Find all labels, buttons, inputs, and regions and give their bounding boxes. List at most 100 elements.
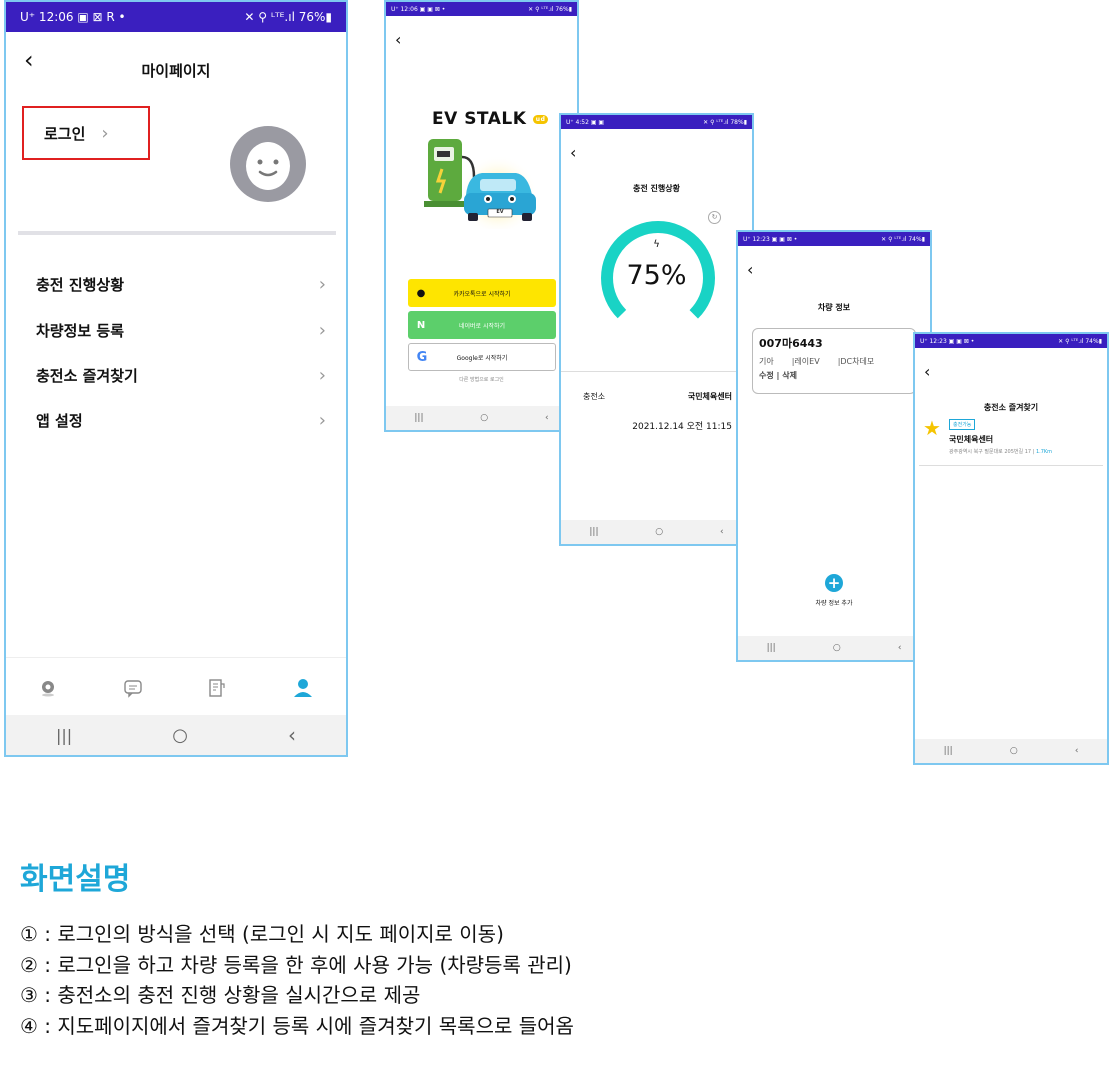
kakao-login-button[interactable]: ● 카카오톡으로 시작하기: [408, 279, 556, 307]
status-left: U⁺ 12:23 ▣ ▣ ⊠ •: [743, 235, 798, 243]
add-vehicle-label: 차량 정보 추가: [815, 600, 853, 607]
google-icon: G: [416, 349, 428, 365]
star-icon[interactable]: ★: [923, 416, 941, 440]
menu-label: 충전소 즐겨찾기: [36, 367, 138, 385]
home-icon[interactable]: ○: [172, 725, 188, 746]
back-icon[interactable]: ‹: [1075, 746, 1079, 756]
system-nav-bar: ||| ○ ‹: [915, 739, 1107, 763]
back-arrow-icon[interactable]: ‹: [570, 143, 576, 162]
avatar-face-icon: [246, 142, 290, 190]
chevron-right-icon: ›: [101, 122, 109, 144]
station-label: 충전소: [583, 392, 606, 401]
google-login-button[interactable]: G Google로 시작하기: [408, 343, 556, 371]
edit-delete-links[interactable]: 수정 | 삭제: [759, 370, 909, 381]
back-icon[interactable]: ‹: [898, 643, 902, 653]
available-badge: 충전가능: [949, 419, 976, 430]
map-pin-icon[interactable]: [38, 678, 58, 698]
station-name[interactable]: 국민체육센터: [949, 434, 993, 445]
bolt-icon: ϟ: [653, 239, 660, 250]
divider: [18, 231, 336, 235]
status-bar: U⁺ 12:23 ▣ ▣ ⊠ • ✕ ⚲ ᴸᵀᴱ.ıl 74%▮: [738, 232, 930, 246]
add-vehicle-button[interactable]: +: [825, 574, 843, 592]
phone-login: U⁺ 12:06 ▣ ▣ ⊠ • ✕ ⚲ ᴸᵀᴱ.ıl 76%▮ ‹ EV ST…: [384, 0, 579, 432]
status-bar: U⁺ 12:06 ▣ ▣ ⊠ • ✕ ⚲ ᴸᵀᴱ.ıl 76%▮: [386, 2, 577, 16]
brand-badge: ud: [532, 114, 549, 124]
status-left: U⁺ 12:06 ▣ ⊠ R •: [20, 10, 126, 24]
status-right: ✕ ⚲ ᴸᵀᴱ.ıl 78%▮: [703, 118, 747, 126]
phone-vehicle: U⁺ 12:23 ▣ ▣ ⊠ • ✕ ⚲ ᴸᵀᴱ.ıl 74%▮ ‹ 차량 정보…: [736, 230, 932, 662]
avatar[interactable]: [230, 126, 306, 202]
station-distance: 1.7Km: [1035, 449, 1053, 455]
receipt-icon[interactable]: [207, 678, 227, 698]
back-icon[interactable]: ‹: [720, 527, 724, 537]
back-icon[interactable]: ‹: [545, 413, 549, 423]
page-title: 충전 진행상황: [633, 184, 680, 193]
home-icon[interactable]: ○: [1010, 746, 1018, 756]
description-line-3: ③ : 충전소의 충전 진행 상황을 실시간으로 제공: [20, 983, 421, 1007]
brand-logo: EV STALK ud: [432, 109, 549, 129]
station-address-line: 광주광역시 북구 필문대로 205번길 17 | 1.7Km: [949, 448, 1052, 455]
bottom-tab-bar: [6, 657, 346, 718]
charge-percent: 75%: [626, 260, 687, 291]
menu-label: 차량정보 등록: [36, 322, 125, 340]
vehicle-plate: 007마6443: [759, 337, 823, 350]
vehicle-model: |레이EV: [791, 357, 820, 366]
status-left: U⁺ 12:23 ▣ ▣ ⊠ •: [920, 337, 975, 345]
charge-datetime: 2021.12.14 오전 11:15: [632, 422, 732, 432]
home-icon[interactable]: ○: [480, 413, 488, 423]
status-right: ✕ ⚲ ᴸᵀᴱ.ıl 74%▮: [1058, 337, 1102, 345]
recent-apps-icon[interactable]: |||: [414, 413, 423, 423]
status-bar: U⁺ 12:23 ▣ ▣ ⊠ • ✕ ⚲ ᴸᵀᴱ.ıl 74%▮: [915, 334, 1107, 348]
chevron-right-icon: ›: [318, 320, 326, 341]
back-icon[interactable]: ‹: [288, 723, 296, 747]
station-name: 국민체육센터: [687, 392, 732, 401]
recent-apps-icon[interactable]: |||: [944, 746, 953, 756]
car-plate-text: EV: [496, 209, 504, 215]
recent-apps-icon[interactable]: |||: [767, 643, 776, 653]
recent-apps-icon[interactable]: |||: [56, 726, 72, 745]
menu-label: 충전 진행상황: [36, 276, 125, 294]
chevron-right-icon: ›: [318, 274, 326, 295]
ev-car-illustration: [424, 139, 538, 229]
naver-icon: N: [416, 319, 426, 331]
system-nav-bar: ||| ○ ‹: [386, 406, 577, 430]
chat-icon[interactable]: [123, 678, 143, 698]
station-address: 광주광역시 북구 필문대로 205번길 17 |: [949, 449, 1035, 455]
description-line-2: ② : 로그인을 하고 차량 등록을 한 후에 사용 가능 (차량등록 관리): [20, 953, 572, 977]
description-line-1: ① : 로그인의 방식을 선택 (로그인 시 지도 페이지로 이동): [20, 922, 504, 946]
naver-login-button[interactable]: N 네이버로 시작하기: [408, 311, 556, 339]
person-icon[interactable]: [292, 677, 314, 699]
login-button[interactable]: 로그인 ›: [22, 106, 150, 160]
status-left: U⁺ 4:52 ▣ ▣: [566, 118, 605, 126]
menu-charging-status[interactable]: 충전 진행상황 ›: [36, 274, 326, 295]
home-icon[interactable]: ○: [833, 643, 841, 653]
back-arrow-icon[interactable]: ‹: [395, 30, 401, 49]
divider: [919, 465, 1103, 466]
description-heading: 화면설명: [20, 862, 131, 897]
vehicle-charger: |DC차데모: [837, 357, 875, 366]
back-arrow-icon[interactable]: ‹: [924, 362, 930, 381]
vehicle-card[interactable]: 007마6443 기아 |레이EV |DC차데모 수정 | 삭제: [752, 328, 916, 394]
phone-favorites: U⁺ 12:23 ▣ ▣ ⊠ • ✕ ⚲ ᴸᵀᴱ.ıl 74%▮ ‹ 충전소 즐…: [913, 332, 1109, 765]
chevron-right-icon: ›: [318, 365, 326, 386]
page-title: 차량 정보: [817, 303, 851, 312]
home-icon[interactable]: ○: [655, 527, 663, 537]
status-right: ✕ ⚲ ᴸᵀᴱ.ıl 76%▮: [244, 10, 332, 24]
login-label: 로그인: [44, 124, 86, 143]
chevron-right-icon: ›: [318, 410, 326, 431]
recent-apps-icon[interactable]: |||: [589, 527, 598, 537]
status-bar: U⁺ 4:52 ▣ ▣ ✕ ⚲ ᴸᵀᴱ.ıl 78%▮: [561, 115, 752, 129]
phone-charging: U⁺ 4:52 ▣ ▣ ✕ ⚲ ᴸᵀᴱ.ıl 78%▮ ‹ 충전 진행상황 ↻ …: [559, 113, 754, 546]
divider: [561, 371, 752, 372]
page-title: 충전소 즐겨찾기: [983, 403, 1039, 412]
phone-mypage: U⁺ 12:06 ▣ ⊠ R • ✕ ⚲ ᴸᵀᴱ.ıl 76%▮ ‹ 마이페이지…: [4, 0, 348, 757]
menu-label: 앱 설정: [36, 412, 83, 430]
vehicle-maker: 기아: [759, 357, 774, 366]
menu-app-settings[interactable]: 앱 설정 ›: [36, 410, 326, 431]
back-arrow-icon[interactable]: ‹: [747, 260, 753, 279]
vehicle-specs: 기아 |레이EV |DC차데모: [759, 356, 909, 367]
page-title: 마이페이지: [141, 62, 211, 80]
menu-vehicle-register[interactable]: 차량정보 등록 ›: [36, 320, 326, 341]
other-login-link[interactable]: 다른 방법으로 로그인: [386, 376, 577, 383]
menu-station-favorites[interactable]: 충전소 즐겨찾기 ›: [36, 365, 326, 386]
